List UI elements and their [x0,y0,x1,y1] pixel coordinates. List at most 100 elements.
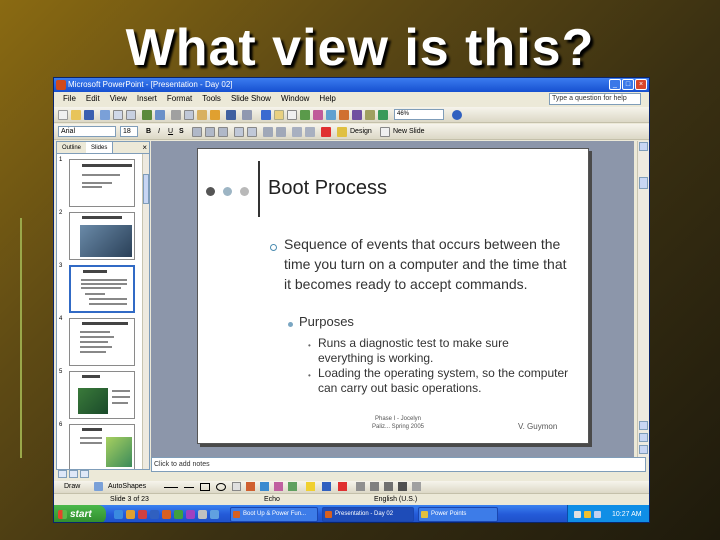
slide-thumbnail-1[interactable]: 1 [59,157,137,209]
undo-icon[interactable] [226,110,236,120]
expand-all-icon[interactable] [352,110,362,120]
menu-tools[interactable]: Tools [197,92,226,106]
wordart-tool-icon[interactable] [246,482,255,491]
format-painter-icon[interactable] [210,110,220,120]
print-preview-icon[interactable] [126,110,136,120]
arrow-style-icon[interactable] [384,482,393,491]
menu-window[interactable]: Window [276,92,314,106]
current-slide[interactable]: Boot Process Sequence of events that occ… [197,148,589,444]
taskbar-item-power-points[interactable]: Power Points [418,507,498,522]
arrow-tool-icon[interactable] [184,487,194,488]
textbox-icon[interactable] [326,110,336,120]
font-color-icon[interactable] [321,127,331,137]
insert-diagram-icon[interactable] [313,110,323,120]
picture-tool-icon[interactable] [288,482,297,491]
new-slide-button[interactable]: New Slide [393,126,425,137]
quicklaunch-excel-icon[interactable] [174,510,183,519]
notes-pane[interactable]: Click to add notes [151,457,646,472]
next-slide-icon[interactable] [639,445,648,454]
tab-slides[interactable]: Slides [86,142,114,153]
oval-tool-icon[interactable] [216,483,226,491]
quicklaunch-powerpoint-icon[interactable] [162,510,171,519]
dash-style-icon[interactable] [370,482,379,491]
tray-network-icon[interactable] [574,511,581,518]
diagram-tool-icon[interactable] [260,482,269,491]
start-button[interactable]: start [54,505,106,522]
fill-color-icon[interactable] [306,482,315,491]
italic-button[interactable]: I [158,126,160,137]
design-icon[interactable] [337,127,347,137]
cut-icon[interactable] [171,110,181,120]
paste-icon[interactable] [197,110,207,120]
align-center-icon[interactable] [205,127,215,137]
research-icon[interactable] [155,110,165,120]
underline-button[interactable]: U [168,126,173,137]
slide-thumbnail-3[interactable]: 3 [59,263,137,315]
pane-scrollbar[interactable] [142,154,149,469]
bullets-icon[interactable] [247,127,257,137]
slide-thumbnail-6[interactable]: 6 [59,422,137,469]
bullet-text-1[interactable]: Sequence of events that occurs between t… [284,234,574,294]
close-button[interactable]: × [635,79,647,90]
bullet-text-2[interactable]: Purposes [299,314,354,329]
quicklaunch-desktop-icon[interactable] [198,510,207,519]
line-color-icon[interactable] [322,482,331,491]
slide-scrollbar[interactable] [637,141,649,457]
tray-security-icon[interactable] [584,511,591,518]
pane-scroll-thumb[interactable] [143,174,149,204]
autoshapes-menu[interactable]: AutoShapes [108,481,146,493]
insert-table-icon[interactable] [287,110,297,120]
menu-help[interactable]: Help [314,92,340,106]
tray-volume-icon[interactable] [594,511,601,518]
numbering-icon[interactable] [234,127,244,137]
menu-insert[interactable]: Insert [132,92,162,106]
insert-chart-icon[interactable] [300,110,310,120]
permission-icon[interactable] [100,110,110,120]
design-button[interactable]: Design [350,126,372,137]
quicklaunch-app-icon[interactable] [138,510,147,519]
spelling-icon[interactable] [142,110,152,120]
slide-thumbnail-4[interactable]: 4 [59,316,137,368]
print-icon[interactable] [113,110,123,120]
bullet-text-4[interactable]: Loading the operating system, so the com… [318,366,578,396]
font-color-tool-icon[interactable] [338,482,347,491]
shadow-style-icon[interactable] [398,482,407,491]
textbox-tool-icon[interactable] [232,482,241,491]
quicklaunch-word-icon[interactable] [150,510,159,519]
quicklaunch-media-icon[interactable] [186,510,195,519]
tables-borders-icon[interactable] [274,110,284,120]
show-formatting-icon[interactable] [365,110,375,120]
line-style-icon[interactable] [356,482,365,491]
wordart-icon[interactable] [339,110,349,120]
previous-slide-icon[interactable] [639,433,648,442]
taskbar-item-presentation[interactable]: Presentation - Day 02 [322,507,414,522]
menu-view[interactable]: View [105,92,132,106]
draw-menu[interactable]: Draw [64,481,80,493]
minimize-button[interactable]: _ [609,79,621,90]
scroll-up-arrow-icon[interactable] [639,142,648,151]
hyperlink-icon[interactable] [261,110,271,120]
slide-thumbnail-5[interactable]: 5 [59,369,137,421]
tab-outline[interactable]: Outline [57,142,86,153]
menu-file[interactable]: File [58,92,81,106]
bold-button[interactable]: B [146,126,151,137]
help-search-input[interactable]: Type a question for help [549,93,641,105]
scroll-thumb[interactable] [639,177,648,189]
decrease-font-icon[interactable] [276,127,286,137]
rectangle-tool-icon[interactable] [200,483,210,491]
taskbar-item-boot-up[interactable]: Boot Up & Power Fun... [230,507,318,522]
select-objects-icon[interactable] [94,482,103,491]
slide-thumbnail-2[interactable]: 2 [59,210,137,262]
maximize-button[interactable]: □ [622,79,634,90]
font-size-select[interactable]: 18 [120,126,138,137]
save-icon[interactable] [84,110,94,120]
pane-close-icon[interactable]: × [142,143,147,153]
zoom-select[interactable]: 46% [394,109,444,120]
decrease-indent-icon[interactable] [292,127,302,137]
menu-edit[interactable]: Edit [81,92,105,106]
open-folder-icon[interactable] [71,110,81,120]
increase-font-icon[interactable] [263,127,273,137]
slide-title[interactable]: Boot Process [268,177,387,200]
clipart-tool-icon[interactable] [274,482,283,491]
redo-icon[interactable] [242,110,252,120]
